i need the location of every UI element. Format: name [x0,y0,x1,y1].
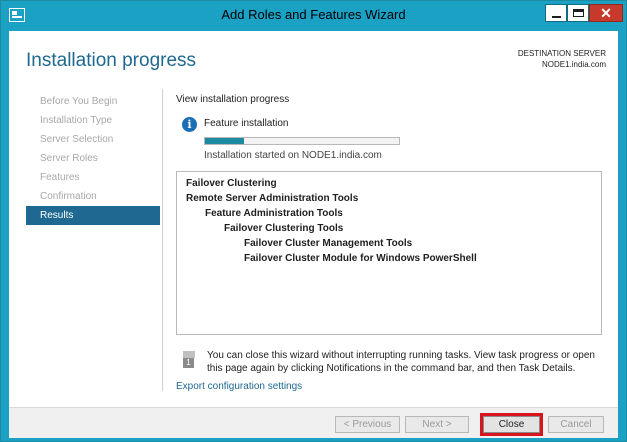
wizard-client-area: Installation progress DESTINATION SERVER… [9,31,618,438]
results-list[interactable]: Failover Clustering Remote Server Admini… [176,171,602,335]
destination-server-label: DESTINATION SERVER [517,49,606,58]
result-item: Failover Clustering Tools [224,223,344,234]
nav-item-features[interactable]: Features [26,168,160,187]
title-bar[interactable]: Add Roles and Features Wizard ✕ [1,1,626,31]
minimize-button[interactable] [545,4,567,22]
nav-item-confirmation[interactable]: Confirmation [26,187,160,206]
view-progress-heading: View installation progress [176,94,290,105]
close-button[interactable]: Close [480,413,543,436]
page-title: Installation progress [26,50,197,71]
previous-button[interactable]: < Previous [335,416,400,433]
cancel-button[interactable]: Cancel [548,416,604,433]
installation-progress-bar [204,137,400,145]
maximize-button[interactable] [567,4,589,22]
result-item: Failover Clustering [186,178,277,189]
nav-item-server-selection[interactable]: Server Selection [26,130,160,149]
notification-flag-icon: 1 [183,351,197,368]
wizard-nav: Before You Begin Installation Type Serve… [26,92,160,225]
nav-item-installation-type[interactable]: Installation Type [26,111,160,130]
feature-installation-label: Feature installation [204,118,289,129]
close-wizard-note: You can close this wizard without interr… [207,350,595,374]
result-item: Failover Cluster Module for Windows Powe… [244,253,477,264]
progress-fill [205,138,244,144]
result-item: Failover Cluster Management Tools [244,238,413,249]
close-icon: ✕ [600,5,612,21]
nav-item-results[interactable]: Results [26,206,160,225]
installation-started-text: Installation started on NODE1.india.com [204,150,382,161]
nav-item-before-you-begin[interactable]: Before You Begin [26,92,160,111]
info-icon: i [182,117,197,132]
nav-divider [162,89,163,391]
window-close-button[interactable]: ✕ [589,4,623,22]
wizard-footer: < Previous Next > Close Cancel [9,407,618,438]
export-configuration-link[interactable]: Export configuration settings [176,381,302,392]
result-item: Feature Administration Tools [205,208,343,219]
window-title: Add Roles and Features Wizard [221,7,406,22]
destination-server-name: NODE1.india.com [541,60,606,69]
next-button[interactable]: Next > [405,416,469,433]
wizard-window: Add Roles and Features Wizard ✕ Installa… [0,0,627,442]
result-item: Remote Server Administration Tools [186,193,359,204]
nav-item-server-roles[interactable]: Server Roles [26,149,160,168]
